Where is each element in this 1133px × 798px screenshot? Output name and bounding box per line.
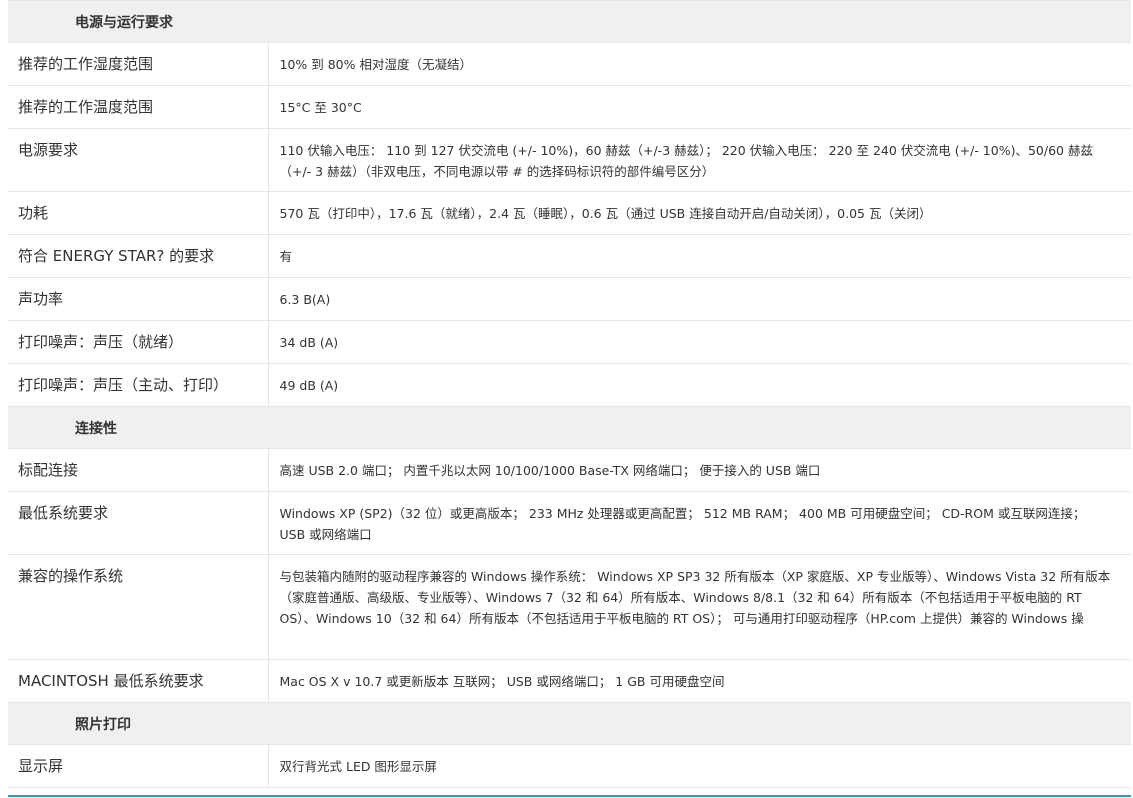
spec-row: 功耗 570 瓦（打印中），17.6 瓦（就绪），2.4 瓦（睡眠），0.6 瓦… xyxy=(8,191,1131,235)
spec-row: 电源要求 110 伏输入电压： 110 到 127 伏交流电 (+/- 10%)… xyxy=(8,128,1131,192)
spec-label: 符合 ENERGY STAR? 的要求 xyxy=(8,234,269,278)
spec-row: 最低系统要求 Windows XP (SP2)（32 位）或更高版本； 233 … xyxy=(8,491,1131,555)
spec-value: 34 dB (A) xyxy=(268,320,1131,364)
spec-value: 49 dB (A) xyxy=(268,363,1131,407)
spec-value: 6.3 B(A) xyxy=(268,277,1131,321)
spec-value: 双行背光式 LED 图形显示屏 xyxy=(268,744,1131,788)
spec-row: 显示屏 双行背光式 LED 图形显示屏 xyxy=(8,744,1131,788)
spec-value: 有 xyxy=(268,234,1131,278)
spec-value: Mac OS X v 10.7 或更新版本 互联网； USB 或网络端口； 1 … xyxy=(268,659,1131,703)
section-title: 连接性 xyxy=(8,406,1131,449)
spec-label: 推荐的工作温度范围 xyxy=(8,85,269,129)
spec-label: 打印噪声：声压（就绪） xyxy=(8,320,269,364)
spec-row: 兼容的操作系统 与包装箱内随附的驱动程序兼容的 Windows 操作系统： Wi… xyxy=(8,554,1131,660)
spec-value: 15°C 至 30°C xyxy=(268,85,1131,129)
bottom-divider xyxy=(8,795,1131,797)
spec-label: 显示屏 xyxy=(8,744,269,788)
spec-value: 10% 到 80% 相对湿度（无凝结） xyxy=(268,42,1131,86)
spec-label: 兼容的操作系统 xyxy=(8,554,269,660)
spec-row: 推荐的工作温度范围 15°C 至 30°C xyxy=(8,85,1131,129)
spec-value: 110 伏输入电压： 110 到 127 伏交流电 (+/- 10%)，60 赫… xyxy=(268,128,1131,192)
section-title: 电源与运行要求 xyxy=(8,0,1131,43)
spec-row: 推荐的工作湿度范围 10% 到 80% 相对湿度（无凝结） xyxy=(8,42,1131,86)
spec-label: 标配连接 xyxy=(8,448,269,492)
section-header-power: 电源与运行要求 xyxy=(8,0,1131,43)
spec-label: 电源要求 xyxy=(8,128,269,192)
spec-label: 最低系统要求 xyxy=(8,491,269,555)
section-header-connectivity: 连接性 xyxy=(8,406,1131,449)
spec-row: 打印噪声：声压（就绪） 34 dB (A) xyxy=(8,320,1131,364)
spec-label: 功耗 xyxy=(8,191,269,235)
spec-label: 打印噪声：声压（主动、打印） xyxy=(8,363,269,407)
spec-row: MACINTOSH 最低系统要求 Mac OS X v 10.7 或更新版本 互… xyxy=(8,659,1131,703)
spec-value: 570 瓦（打印中），17.6 瓦（就绪），2.4 瓦（睡眠），0.6 瓦（通过… xyxy=(268,191,1131,235)
spec-row: 打印噪声：声压（主动、打印） 49 dB (A) xyxy=(8,363,1131,407)
spec-label: 声功率 xyxy=(8,277,269,321)
section-title: 照片打印 xyxy=(8,702,1131,745)
spec-label: MACINTOSH 最低系统要求 xyxy=(8,659,269,703)
spec-value: 与包装箱内随附的驱动程序兼容的 Windows 操作系统： Windows XP… xyxy=(268,554,1131,660)
spec-row: 标配连接 高速 USB 2.0 端口； 内置千兆以太网 10/100/1000 … xyxy=(8,448,1131,492)
spec-table: 电源与运行要求 推荐的工作湿度范围 10% 到 80% 相对湿度（无凝结） 推荐… xyxy=(8,0,1131,788)
spec-row: 符合 ENERGY STAR? 的要求 有 xyxy=(8,234,1131,278)
spec-row: 声功率 6.3 B(A) xyxy=(8,277,1131,321)
spec-label: 推荐的工作湿度范围 xyxy=(8,42,269,86)
spec-value: Windows XP (SP2)（32 位）或更高版本； 233 MHz 处理器… xyxy=(268,491,1131,555)
section-header-photo-printing: 照片打印 xyxy=(8,702,1131,745)
spec-value: 高速 USB 2.0 端口； 内置千兆以太网 10/100/1000 Base-… xyxy=(268,448,1131,492)
